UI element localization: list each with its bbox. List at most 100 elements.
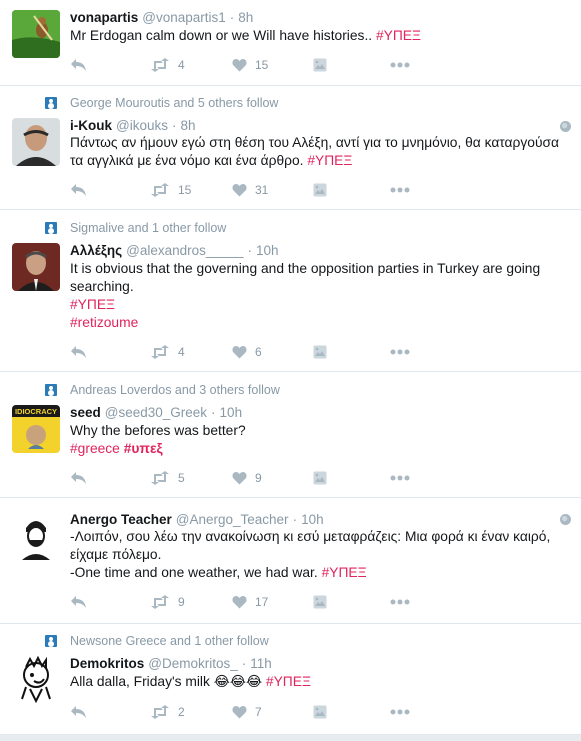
media-button[interactable]	[313, 342, 327, 362]
retweet-button[interactable]: 4	[150, 55, 185, 75]
social-context-text[interactable]: George Mouroutis and 5 others follow	[70, 96, 278, 110]
tweet-text-line: -Λοιπόν, σου λέω την ανακοίνωση κι εσύ μ…	[70, 528, 550, 546]
tweet[interactable]: Newsone Greece and 1 other follow Demokr…	[0, 624, 581, 735]
social-context-text[interactable]: Sigmalive and 1 other follow	[70, 221, 226, 235]
hashtag[interactable]: #ΥΠΕΞ	[376, 28, 421, 43]
more-button[interactable]	[390, 55, 410, 75]
reply-button[interactable]	[70, 180, 87, 200]
media-button[interactable]	[313, 592, 327, 612]
tweet[interactable]: George Mouroutis and 5 others follow i-K…	[0, 86, 581, 210]
heart-icon	[232, 345, 247, 359]
retweet-count: 4	[178, 345, 185, 359]
display-name[interactable]: Αλλέξης	[70, 243, 122, 258]
retweet-button[interactable]: 9	[150, 592, 185, 612]
like-count: 9	[255, 471, 262, 485]
retweet-button[interactable]: 2	[150, 702, 185, 722]
tweet[interactable]: Anergo Teacher @Anergo_Teacher · 10h -Λο…	[0, 498, 581, 624]
hashtag[interactable]: #greece	[70, 441, 120, 456]
avatar-logo-text: IDIOCRACY	[15, 407, 57, 416]
timestamp[interactable]: 8h	[238, 10, 253, 25]
hashtag[interactable]: #ΥΠΕΞ	[70, 297, 115, 312]
more-icon	[390, 187, 410, 193]
display-name[interactable]: vonapartis	[70, 10, 138, 25]
timestamp[interactable]: 11h	[250, 656, 272, 671]
retweet-button[interactable]: 5	[150, 468, 185, 488]
tweet-text-line: Mr Erdogan calm down or we Will have his…	[70, 27, 421, 45]
social-context-text[interactable]: Newsone Greece and 1 other follow	[70, 634, 269, 648]
like-button[interactable]: 6	[232, 342, 262, 362]
tweet-text-line: τα αγγλικά με ένα νόμο και ένα άρθρο. #Υ…	[70, 152, 352, 170]
handle[interactable]: @alexandros_____	[126, 243, 243, 258]
display-name[interactable]: seed	[70, 405, 101, 420]
avatar[interactable]	[12, 512, 60, 560]
timestamp[interactable]: 10h	[301, 512, 324, 527]
follow-icon	[45, 384, 57, 396]
like-button[interactable]: 31	[232, 180, 268, 200]
reply-button[interactable]	[70, 468, 87, 488]
avatar[interactable]: IDIOCRACY	[12, 405, 60, 453]
like-button[interactable]: 17	[232, 592, 268, 612]
hashtag[interactable]: #ΥΠΕΞ	[307, 153, 352, 168]
retweet-count: 4	[178, 58, 185, 72]
heart-icon	[232, 705, 247, 719]
tweet-header: Demokritos @Demokritos_ · 11h	[70, 654, 272, 672]
more-button[interactable]	[390, 592, 410, 612]
hashtag[interactable]: #retizoume	[70, 315, 138, 330]
social-context-text[interactable]: Andreas Loverdos and 3 others follow	[70, 383, 280, 397]
separator: ·	[211, 404, 216, 420]
tweet[interactable]: Andreas Loverdos and 3 others follow IDI…	[0, 372, 581, 498]
hashtag[interactable]: #ΥΠΕΞ	[266, 674, 311, 689]
more-button[interactable]	[390, 468, 410, 488]
hashtag[interactable]: #υπεξ	[124, 441, 163, 456]
like-button[interactable]: 7	[232, 702, 262, 722]
globe-icon[interactable]	[560, 121, 571, 132]
more-button[interactable]	[390, 702, 410, 722]
media-icon	[313, 345, 327, 359]
more-icon	[390, 599, 410, 605]
tweet[interactable]: vonapartis @vonapartis1 · 8h Mr Erdogan …	[0, 0, 581, 86]
reply-button[interactable]	[70, 342, 87, 362]
heart-icon	[232, 183, 247, 197]
avatar[interactable]	[12, 655, 60, 703]
retweet-button[interactable]: 15	[150, 180, 191, 200]
tweet-text: Alla dalla, Friday's milk 😂😂😂	[70, 674, 266, 689]
tweet-text-line: #greece #υπεξ	[70, 440, 163, 458]
media-button[interactable]	[313, 702, 327, 722]
display-name[interactable]: Anergo Teacher	[70, 512, 172, 527]
handle[interactable]: @Demokritos_	[148, 656, 237, 671]
reply-button[interactable]	[70, 55, 87, 75]
hashtag[interactable]: #ΥΠΕΞ	[322, 565, 367, 580]
handle[interactable]: @ikouks	[116, 118, 168, 133]
more-button[interactable]	[390, 180, 410, 200]
globe-icon[interactable]	[560, 514, 571, 525]
reply-button[interactable]	[70, 592, 87, 612]
timestamp[interactable]: 10h	[220, 405, 243, 420]
tweet-header: Αλλέξης @alexandros_____ · 10h	[70, 241, 278, 259]
media-button[interactable]	[313, 180, 327, 200]
reply-button[interactable]	[70, 702, 87, 722]
media-button[interactable]	[313, 55, 327, 75]
follow-icon	[45, 222, 57, 234]
timeline-bottom-edge	[0, 735, 581, 741]
like-count: 7	[255, 705, 262, 719]
handle[interactable]: @vonapartis1	[142, 10, 226, 25]
timestamp[interactable]: 8h	[180, 118, 195, 133]
display-name[interactable]: Demokritos	[70, 656, 144, 671]
separator: ·	[171, 117, 177, 133]
retweet-button[interactable]: 4	[150, 342, 185, 362]
more-button[interactable]	[390, 342, 410, 362]
tweet[interactable]: Sigmalive and 1 other follow Αλλέξης @al…	[0, 210, 581, 372]
timestamp[interactable]: 10h	[256, 243, 279, 258]
avatar[interactable]	[12, 10, 60, 58]
reply-icon	[70, 58, 87, 72]
avatar[interactable]	[12, 243, 60, 291]
handle[interactable]: @Anergo_Teacher	[176, 512, 289, 527]
like-button[interactable]: 9	[232, 468, 262, 488]
avatar[interactable]	[12, 118, 60, 166]
media-button[interactable]	[313, 468, 327, 488]
like-button[interactable]: 15	[232, 55, 268, 75]
handle[interactable]: @seed30_Greek	[105, 405, 207, 420]
tweet-header: Anergo Teacher @Anergo_Teacher · 10h	[70, 510, 324, 528]
display-name[interactable]: i-Kouk	[70, 118, 112, 133]
tweet-text: -Λοιπόν, σου λέω την ανακοίνωση κι εσύ μ…	[70, 529, 551, 544]
